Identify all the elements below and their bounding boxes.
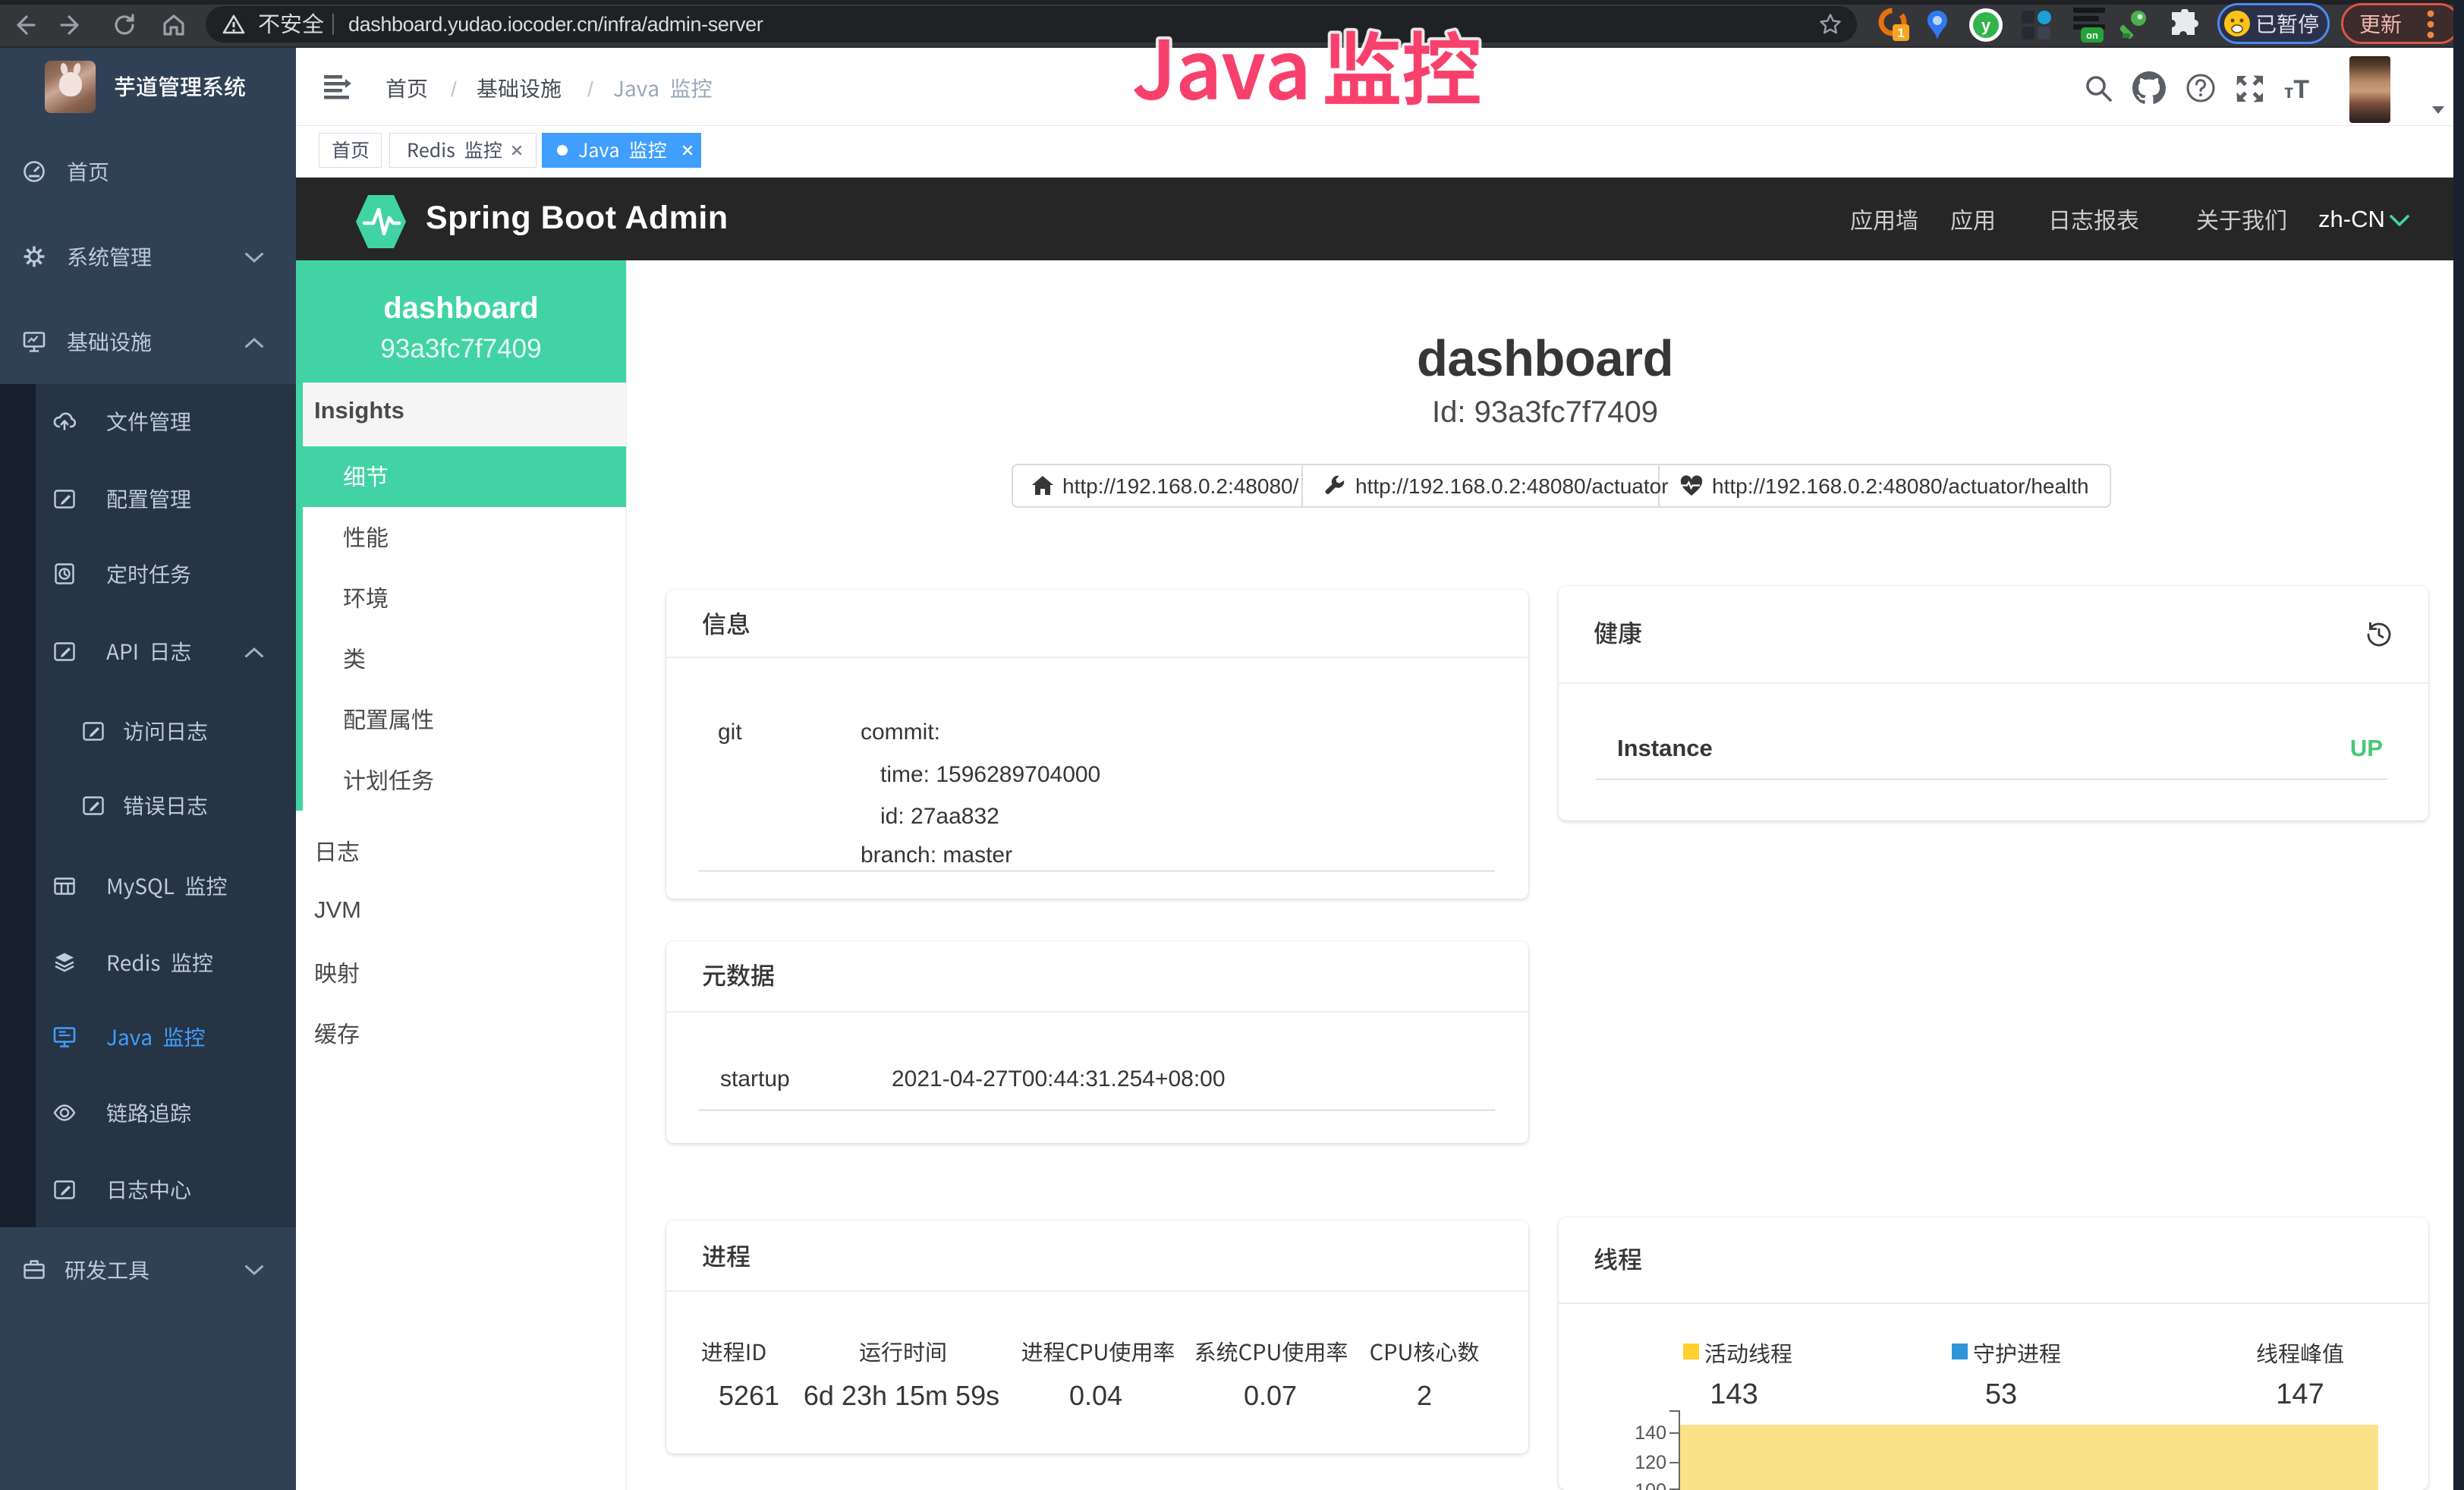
svg-text:on: on [2086, 30, 2098, 41]
svg-text:1: 1 [1897, 26, 1904, 40]
svg-text:y: y [1981, 16, 1991, 35]
